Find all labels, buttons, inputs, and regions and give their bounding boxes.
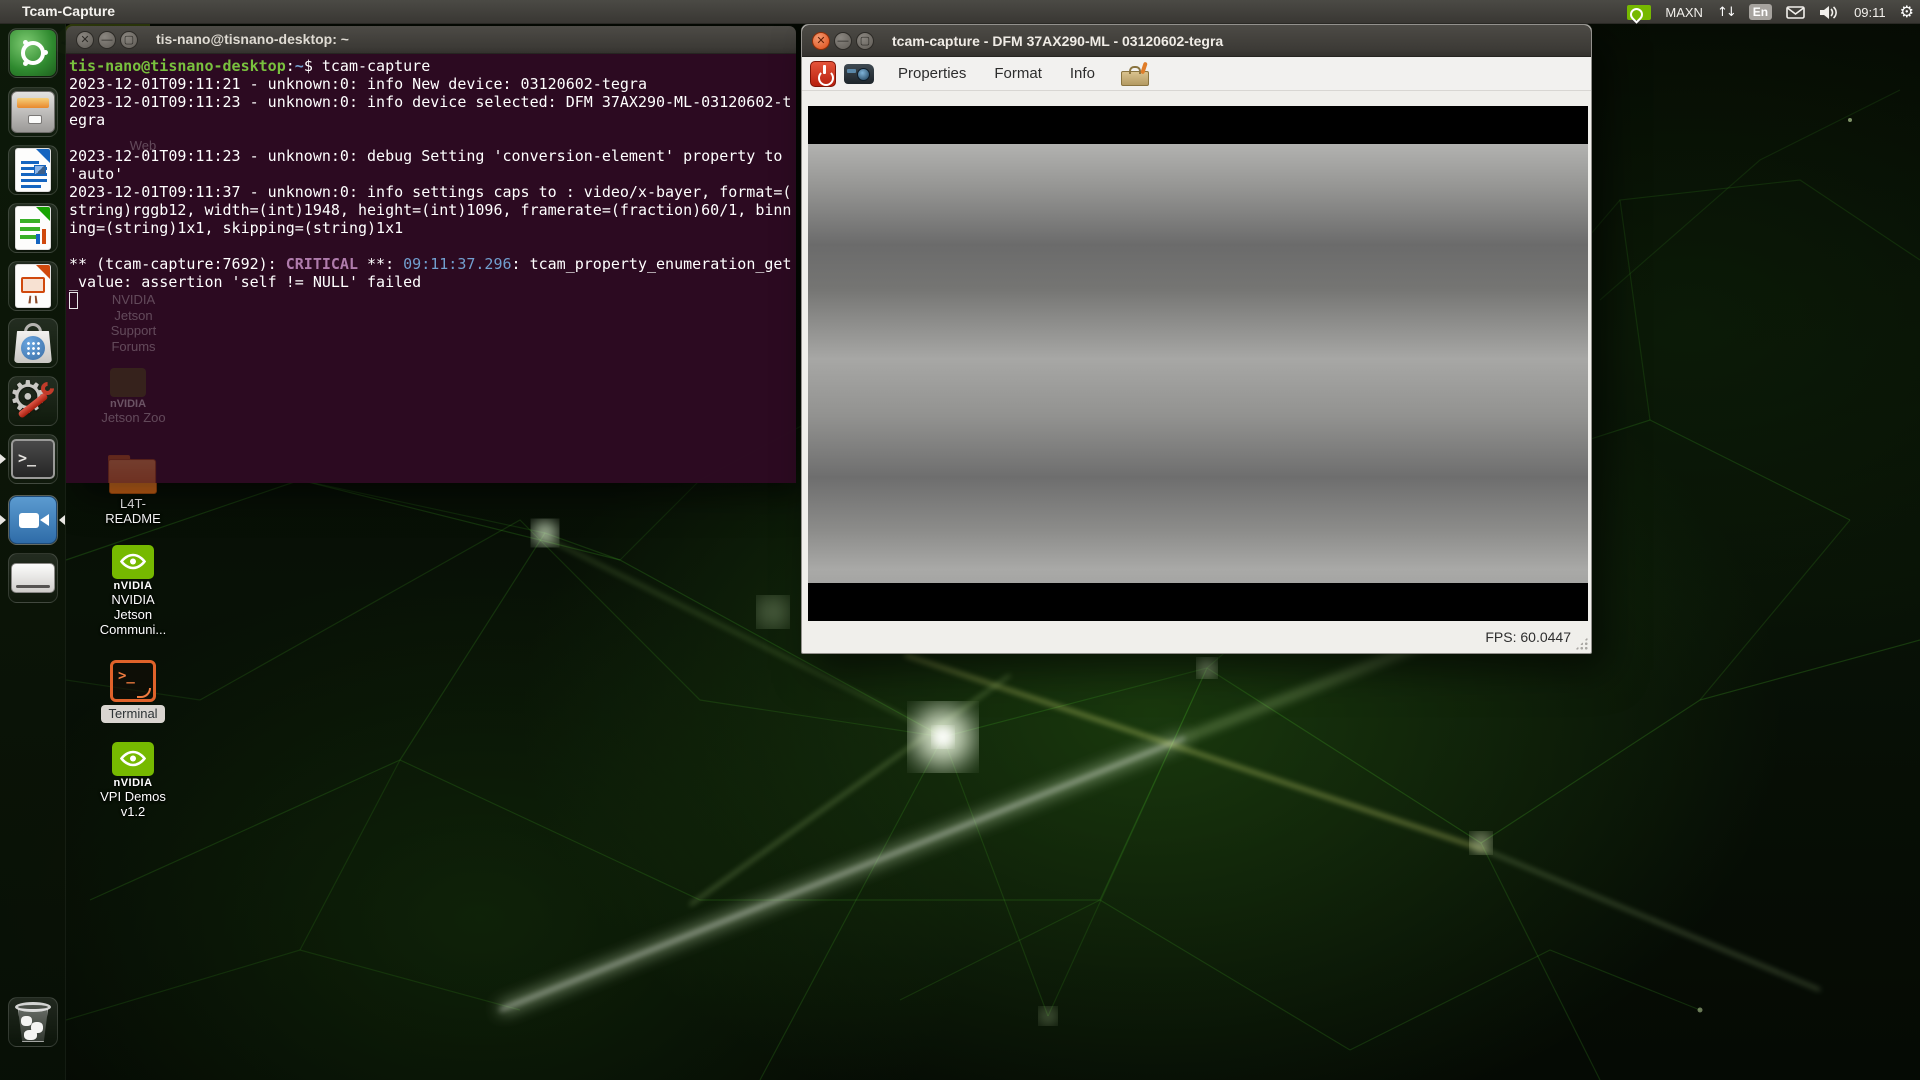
libreoffice-calc-icon: [15, 206, 51, 250]
terminal-output: tis-nano@tisnano-desktop:~$ tcam-capture…: [69, 57, 793, 291]
desktop-icon-label: L4T-README: [105, 496, 161, 526]
top-panel: Tcam-Capture MAXN ↑↓ En 09:11 ⚙: [0, 0, 1920, 24]
launcher-item-tcam-capture[interactable]: [8, 495, 58, 545]
libreoffice-writer-icon: [15, 148, 51, 192]
maximize-icon[interactable]: ▢: [120, 31, 138, 49]
menu-properties[interactable]: Properties: [888, 61, 976, 86]
desktop-icon-nvidia-vpi-demos[interactable]: nVIDIA VPI Demosv1.2: [88, 742, 178, 819]
network-activity-icon[interactable]: ↑↓: [1717, 5, 1735, 20]
desktop-icon-label: NVIDIAJetsonCommuni...: [100, 592, 166, 637]
nvidia-wordmark: nVIDIA: [113, 777, 152, 789]
tcam-titlebar[interactable]: ✕ — ▢ tcam-capture - DFM 37AX290-ML - 03…: [802, 25, 1591, 57]
video-letterbox-top: [808, 106, 1588, 144]
launcher-item-system-settings[interactable]: ⚙: [8, 376, 58, 426]
nvidia-logo-icon: [112, 742, 154, 776]
settings-gear-wrench-icon: ⚙: [10, 378, 56, 424]
tcam-window-title: tcam-capture - DFM 37AX290-ML - 03120602…: [892, 33, 1223, 49]
ghost-nvidia-logo-icon: [110, 368, 146, 397]
camera-device-icon[interactable]: [844, 64, 874, 84]
file-manager-icon: [11, 91, 55, 133]
toolbox-icon[interactable]: [1121, 62, 1149, 86]
terminal-output-area[interactable]: Web NVIDIAJetsonSupportForums nVIDIA Jet…: [66, 54, 796, 483]
focused-indicator-arrow: [59, 515, 65, 525]
ghost-desktop-label-support-forums: NVIDIAJetsonSupportForums: [96, 292, 171, 354]
desktop-icon-nvidia-jetson-community[interactable]: nVIDIA NVIDIAJetsonCommuni...: [88, 545, 178, 637]
menu-info[interactable]: Info: [1060, 61, 1105, 86]
minimize-icon[interactable]: —: [98, 31, 116, 49]
ghost-nvidia-wordmark: nVIDIA: [102, 398, 154, 410]
desktop-icon-label: Terminal: [101, 705, 164, 723]
launcher-item-files[interactable]: [8, 87, 58, 137]
ghost-desktop-label-jetson-zoo: Jetson Zoo: [86, 410, 181, 426]
video-stream-frame: [808, 144, 1588, 583]
close-icon[interactable]: ✕: [76, 31, 94, 49]
unity-launcher: ⚙ >_: [0, 24, 66, 1080]
terminal-titlebar[interactable]: ✕ — ▢ tis-nano@tisnano-desktop: ~: [66, 26, 796, 54]
video-camera-icon: [9, 496, 57, 544]
launcher-item-trash[interactable]: [8, 997, 58, 1047]
disk-drive-icon: [11, 563, 55, 593]
active-app-title[interactable]: Tcam-Capture: [22, 3, 115, 19]
launcher-item-libreoffice-writer[interactable]: [8, 145, 58, 195]
nvidia-wordmark: nVIDIA: [113, 580, 152, 592]
libreoffice-impress-icon: [15, 264, 51, 308]
tcam-menubar: Properties Format Info: [802, 57, 1591, 91]
video-display-area: [808, 106, 1588, 621]
launcher-item-terminal[interactable]: >_: [8, 434, 58, 484]
close-icon[interactable]: ✕: [812, 32, 830, 50]
trash-icon: [13, 1000, 53, 1044]
terminal-cursor: [69, 292, 78, 309]
clock[interactable]: 09:11: [1854, 5, 1886, 20]
desktop-icon-terminal[interactable]: >_ Terminal: [88, 660, 178, 723]
running-indicator-arrow: [0, 454, 6, 464]
volume-icon[interactable]: [1819, 5, 1840, 20]
running-indicator-arrow: [0, 515, 6, 525]
desktop-icon-label: VPI Demosv1.2: [100, 789, 166, 819]
nvidia-power-mode[interactable]: MAXN: [1665, 5, 1703, 20]
ubuntu-software-icon: [12, 321, 54, 365]
tcam-statusbar: FPS: 60.0447: [802, 620, 1591, 653]
minimize-icon[interactable]: —: [834, 32, 852, 50]
resize-grip[interactable]: [1575, 637, 1588, 650]
terminal-icon: >_: [110, 660, 156, 702]
terminal-window: ✕ — ▢ tis-nano@tisnano-desktop: ~ Web NV…: [66, 26, 796, 483]
keyboard-layout-indicator[interactable]: En: [1749, 4, 1772, 20]
launcher-item-libreoffice-impress[interactable]: [8, 261, 58, 311]
launcher-item-ubuntu-software[interactable]: [8, 318, 58, 368]
nvidia-logo-icon: [112, 545, 154, 579]
message-envelope-icon[interactable]: [1786, 6, 1805, 19]
video-letterbox-bottom: [808, 583, 1588, 621]
session-gear-icon[interactable]: ⚙: [1900, 4, 1914, 20]
terminal-launcher-icon: >_: [11, 439, 55, 479]
system-tray: MAXN ↑↓ En 09:11 ⚙: [1627, 0, 1914, 24]
launcher-item-ubuntu-dash[interactable]: [8, 28, 58, 78]
menu-format[interactable]: Format: [984, 61, 1052, 86]
tcam-capture-window: ✕ — ▢ tcam-capture - DFM 37AX290-ML - 03…: [801, 24, 1592, 654]
launcher-item-removable-disk[interactable]: [8, 553, 58, 603]
terminal-window-title: tis-nano@tisnano-desktop: ~: [156, 31, 349, 47]
stop-stream-button[interactable]: [810, 61, 836, 87]
maximize-icon[interactable]: ▢: [856, 32, 874, 50]
fps-readout: FPS: 60.0447: [1485, 629, 1571, 645]
nvidia-tray-icon[interactable]: [1627, 5, 1651, 20]
ubuntu-dash-icon: [10, 30, 56, 76]
launcher-item-libreoffice-calc[interactable]: [8, 203, 58, 253]
desktop-root: L4T-README nVIDIA NVIDIAJetsonCommuni...…: [0, 0, 1920, 1080]
ghost-folder-icon: [108, 455, 154, 483]
